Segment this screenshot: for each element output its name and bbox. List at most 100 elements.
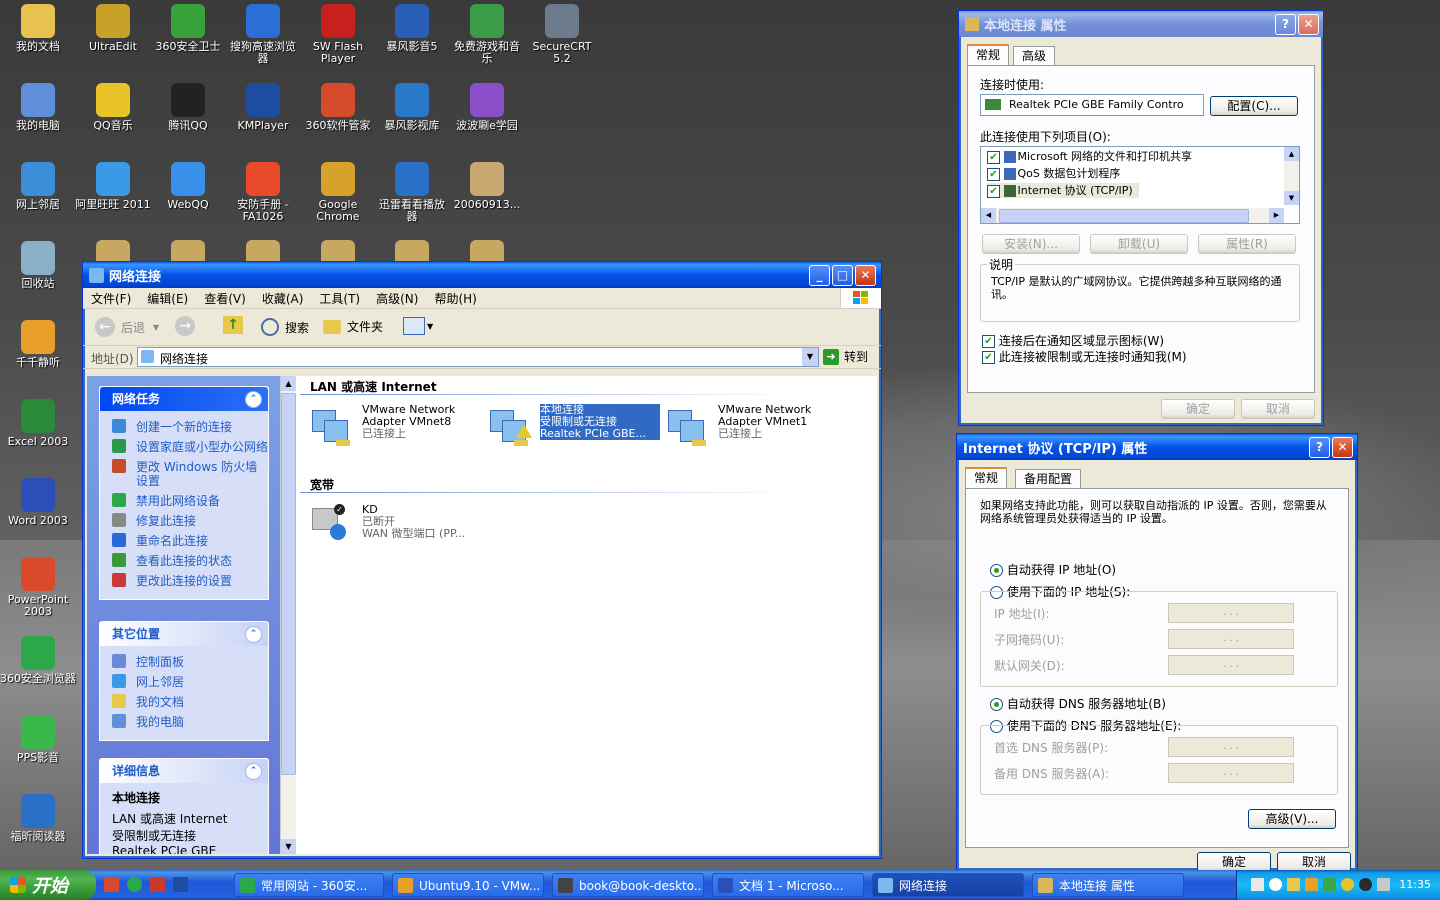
other-place-link[interactable]: 控制面板 [112,652,268,672]
views-button[interactable]: ▼ [403,317,433,335]
other-place-link[interactable]: 我的电脑 [112,712,268,732]
other-place-link[interactable]: 我的文档 [112,692,268,712]
cancel-button[interactable]: 取消 [1241,399,1315,419]
network-task-link[interactable]: 更改此连接的设置 [112,571,268,591]
close-button[interactable]: ✕ [1298,14,1319,35]
desktop-icon[interactable]: 360安全浏览器 [0,636,76,685]
desktop-icon[interactable]: 腾讯QQ [150,83,226,132]
partial-desktop-icon[interactable] [321,240,355,261]
partial-desktop-icon[interactable] [96,240,130,261]
keyboard-icon[interactable] [1251,878,1264,891]
scroll-up-arrow-icon[interactable]: ▲ [281,376,296,391]
network-tray-icon[interactable] [1287,878,1300,891]
partial-desktop-icon[interactable] [171,240,205,261]
checkbox-checked[interactable]: ✔ [982,335,995,348]
address-dropdown[interactable]: ▼ [802,348,818,366]
partial-desktop-icon[interactable] [395,240,429,261]
taskbar-button[interactable]: 网络连接 [872,873,1024,897]
tab-general[interactable]: 常规 [965,467,1008,489]
other-place-link[interactable]: 网上邻居 [112,672,268,692]
close-button[interactable]: ✕ [1332,437,1353,458]
start-button[interactable]: 开始 [0,870,96,900]
taskbar-button[interactable]: 文档 1 - Microso... [712,873,864,897]
taskbar-button[interactable]: Ubuntu9.10 - VMw... [392,873,544,897]
desktop-icon[interactable]: 20060913... [449,162,525,211]
desktop-icon[interactable]: Google Chrome [300,162,376,223]
collapse-icon[interactable]: ⌃ [245,763,262,780]
show-icon-checkbox[interactable]: ✔ 连接后在通知区域显示图标(W) [982,332,1164,349]
menu-help[interactable]: 帮助(H) [426,290,484,307]
network-task-link[interactable]: 设置家庭或小型办公网络 [112,437,268,457]
folders-button[interactable]: 文件夹 [323,318,383,335]
uninstall-button[interactable]: 卸载(U) [1090,234,1188,254]
component-item[interactable]: ✔ QoS 数据包计划程序 [987,166,1120,181]
ok-button[interactable]: 确定 [1197,852,1271,872]
menu-favorites[interactable]: 收藏(A) [254,290,312,307]
maximize-button[interactable]: □ [832,265,853,286]
gateway-field[interactable]: . . . [1168,655,1294,675]
taskbar-button[interactable]: 常用网站 - 360安... [234,873,384,897]
tab-general[interactable]: 常规 [967,44,1010,66]
quick-launch-icon[interactable] [150,877,165,892]
desktop-icon[interactable]: 网上邻居 [0,162,76,211]
menu-view[interactable]: 查看(V) [196,290,254,307]
desktop-icon[interactable]: UltraEdit [75,4,151,53]
shield-icon[interactable] [1323,878,1336,891]
scroll-down-arrow-icon[interactable]: ▼ [281,839,296,854]
menu-advanced[interactable]: 高级(N) [368,290,426,307]
partial-desktop-icon[interactable] [246,240,280,261]
help-button[interactable]: ? [1275,14,1296,35]
desktop-icon[interactable]: 福昕阅读器 [0,794,76,843]
qq-icon[interactable] [1359,878,1372,891]
desktop-icon[interactable]: WebQQ [150,162,226,211]
install-button[interactable]: 安装(N)... [982,234,1080,254]
partial-desktop-icon[interactable] [470,240,504,261]
network-task-link[interactable]: 禁用此网络设备 [112,491,268,511]
properties-titlebar[interactable]: 本地连接 属性 ? ✕ [959,11,1323,37]
tab-alternate-config[interactable]: 备用配置 [1015,469,1082,488]
left-pane-scrollbar[interactable]: ▲ ▼ [280,376,296,854]
list-vscrollbar[interactable]: ▲ ▼ [1284,147,1299,205]
desktop-icon[interactable]: PPS影音 [0,715,76,764]
network-tasks-header[interactable]: 网络任务 ⌃ [100,387,268,411]
other-places-header[interactable]: 其它位置 ⌃ [100,622,268,646]
cancel-button[interactable]: 取消 [1277,852,1351,872]
desktop-icon[interactable]: 暴风影视库 [374,83,450,132]
search-button[interactable]: 搜索 [261,318,309,336]
component-item[interactable]: ✔ Internet 协议 (TCP/IP) [987,183,1139,198]
network-task-link[interactable]: 修复此连接 [112,511,268,531]
minimize-button[interactable]: _ [809,265,830,286]
tools-icon[interactable] [1377,878,1390,891]
arrow-left-icon[interactable] [1269,878,1282,891]
connection-item[interactable]: 本地连接 受限制或无连接 Realtek PCIe GBE... [488,404,664,454]
network-task-link[interactable]: 重命名此连接 [112,531,268,551]
network-task-link[interactable]: 创建一个新的连接 [112,417,268,437]
checkbox-checked[interactable]: ✔ [987,184,1000,198]
desktop-icon[interactable]: 阿里旺旺 2011 [75,162,151,211]
network-task-link[interactable]: 更改 Windows 防火墙设置 [112,457,268,491]
quick-launch-icon[interactable] [104,877,119,892]
address-input[interactable]: 网络连接 ▼ [137,347,819,367]
desktop-icon[interactable]: 我的电脑 [0,83,76,132]
details-header[interactable]: 详细信息 ⌃ [100,759,268,783]
network-task-link[interactable]: 查看此连接的状态 [112,551,268,571]
auto-dns-radio[interactable]: 自动获得 DNS 服务器地址(B) [990,695,1166,712]
back-button[interactable]: ← 后退 ▼ [95,316,159,338]
desktop-icon[interactable]: 免费游戏和音乐 [449,4,525,65]
taskbar-button[interactable]: book@book-deskto... [552,873,704,897]
go-button[interactable]: ➜ 转到 [823,348,868,365]
desktop-icon[interactable]: 我的文档 [0,4,76,53]
desktop-icon[interactable]: 回收站 [0,241,76,290]
desktop-icon[interactable]: PowerPoint 2003 [0,557,76,618]
ok-button[interactable]: 确定 [1161,399,1235,419]
desktop-icon[interactable]: 千千静听 [0,320,76,369]
help-button[interactable]: ? [1309,437,1330,458]
forward-button[interactable]: → [175,316,195,336]
properties-button[interactable]: 属性(R) [1198,234,1296,254]
alternate-dns-field[interactable]: . . . [1168,763,1294,783]
auto-ip-radio[interactable]: 自动获得 IP 地址(O) [990,561,1116,578]
up-folder-button[interactable]: ↑ [223,316,245,338]
warning-icon[interactable] [1305,878,1318,891]
advanced-button[interactable]: 高级(V)... [1248,809,1336,829]
notify-checkbox[interactable]: ✔ 此连接被限制或无连接时通知我(M) [982,348,1187,365]
